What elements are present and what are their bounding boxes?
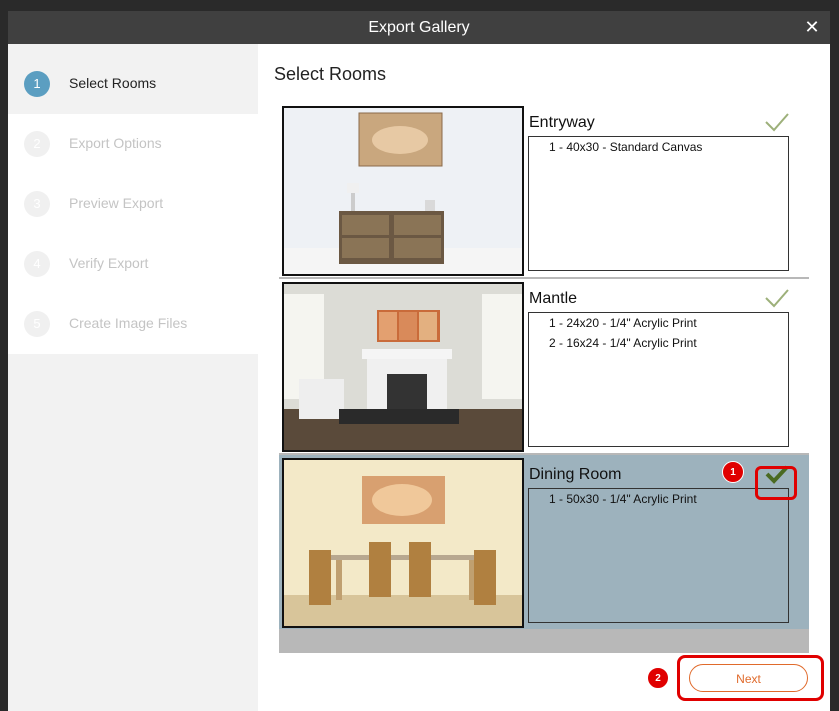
step-number: 3 [24, 191, 50, 217]
dining-room-image [284, 460, 522, 626]
page-title: Select Rooms [274, 64, 387, 84]
step-label: Select Rooms [69, 75, 157, 91]
entryway-room-image [284, 108, 522, 274]
product-item: 2 - 16x24 - 1/4" Acrylic Print [549, 336, 697, 350]
step-number: 2 [24, 131, 50, 157]
export-gallery-dialog: Export Gallery ✕ 1 Select Rooms 2 Export… [8, 11, 830, 711]
close-icon[interactable]: ✕ [804, 17, 820, 37]
step-preview-export: 3 Preview Export [8, 174, 258, 234]
steps-sidebar: 1 Select Rooms 2 Export Options 3 Previe… [8, 44, 258, 711]
room-thumbnail [282, 458, 524, 628]
product-list: 1 - 50x30 - 1/4" Acrylic Print [528, 488, 789, 623]
room-mantle[interactable]: Mantle 1 - 24x20 - 1/4" Acrylic Print 2 … [279, 279, 809, 453]
room-name: Mantle [529, 290, 578, 307]
mantle-room-image [284, 284, 522, 450]
step-label: Export Options [69, 135, 162, 151]
product-item: 1 - 24x20 - 1/4" Acrylic Print [549, 316, 697, 330]
check-highlight [755, 466, 797, 500]
callout-badge: 2 [647, 667, 669, 689]
step-create-image-files: 5 Create Image Files [8, 294, 258, 354]
room-name: Entryway [529, 114, 595, 131]
room-list: Entryway 1 - 40x30 - Standard Canvas Man… [279, 103, 809, 653]
step-number: 1 [24, 71, 50, 97]
dialog-titlebar: Export Gallery ✕ [8, 11, 830, 44]
step-number: 4 [24, 251, 50, 277]
product-list: 1 - 24x20 - 1/4" Acrylic Print 2 - 16x24… [528, 312, 789, 447]
product-item: 1 - 50x30 - 1/4" Acrylic Print [549, 492, 697, 506]
product-item: 1 - 40x30 - Standard Canvas [549, 140, 703, 154]
product-list: 1 - 40x30 - Standard Canvas [528, 136, 789, 271]
step-number: 5 [24, 311, 50, 337]
room-entryway[interactable]: Entryway 1 - 40x30 - Standard Canvas [279, 103, 809, 277]
room-thumbnail [282, 282, 524, 452]
step-label: Preview Export [69, 195, 164, 211]
step-label: Verify Export [69, 255, 149, 271]
check-icon[interactable] [763, 285, 791, 311]
room-name: Dining Room [529, 466, 622, 483]
callout-badge: 1 [722, 461, 744, 483]
step-select-rooms[interactable]: 1 Select Rooms [8, 54, 258, 114]
room-thumbnail [282, 106, 524, 276]
dialog-title: Export Gallery [368, 19, 470, 36]
step-verify-export: 4 Verify Export [8, 234, 258, 294]
check-icon[interactable] [763, 109, 791, 135]
next-button[interactable]: Next [689, 664, 808, 692]
step-export-options: 2 Export Options [8, 114, 258, 174]
step-label: Create Image Files [69, 315, 188, 331]
